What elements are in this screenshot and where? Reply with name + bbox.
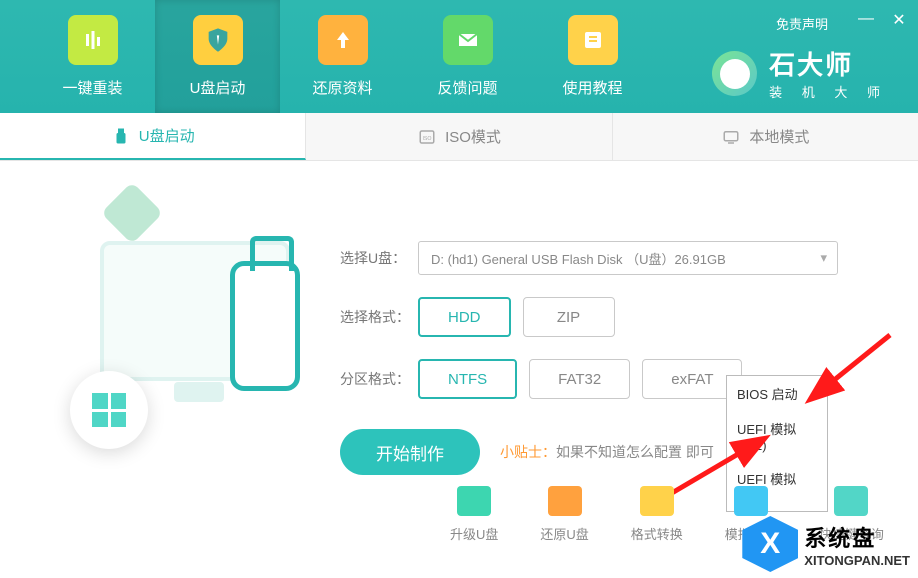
disclaimer-link[interactable]: 免责声明 <box>776 14 828 33</box>
subtab-label: U盘启动 <box>139 125 195 146</box>
usb-restore-icon <box>548 486 582 516</box>
watermark-title: 系统盘 <box>804 521 910 553</box>
svg-text:ISO: ISO <box>423 136 432 142</box>
header-tab-label: 一键重装 <box>62 77 122 98</box>
header-tab-label: 反馈问题 <box>437 77 497 98</box>
brand-subtitle: 装 机 大 师 <box>769 82 888 101</box>
usb-shield-icon <box>193 15 243 65</box>
header-tab-one-click[interactable]: 一键重装 <box>30 0 155 113</box>
partition-label: 分区格式： <box>340 369 418 389</box>
popup-item-bios[interactable]: BIOS 启动 <box>727 376 827 411</box>
header-tab-restore[interactable]: 还原资料 <box>280 0 405 113</box>
format-convert-icon <box>640 486 674 516</box>
subtab-iso-mode[interactable]: ISO ISO模式 <box>306 113 612 160</box>
watermark-badge-icon: X <box>742 516 798 572</box>
header-tab-label: 还原资料 <box>312 77 372 98</box>
header-tabs: 一键重装 U盘启动 还原资料 反馈问题 使用教程 <box>0 0 655 113</box>
usb-illustration <box>40 191 300 471</box>
reinstall-icon <box>68 15 118 65</box>
header-tab-tutorial[interactable]: 使用教程 <box>530 0 655 113</box>
restore-icon <box>318 15 368 65</box>
header-tab-usb-boot[interactable]: U盘启动 <box>155 0 280 113</box>
select-usb-label: 选择U盘： <box>340 248 418 268</box>
write-mode-hdd[interactable]: HDD <box>418 297 511 337</box>
sim-boot-icon <box>734 486 768 516</box>
subtab-label: ISO模式 <box>445 126 501 147</box>
write-mode-group: HDD ZIP <box>418 297 615 337</box>
subtab-usb-boot[interactable]: U盘启动 <box>0 113 306 160</box>
write-mode-zip[interactable]: ZIP <box>523 297 615 337</box>
tool-label: 格式转换 <box>631 524 683 543</box>
partition-group: NTFS FAT32 exFAT <box>418 359 742 399</box>
book-icon <box>568 15 618 65</box>
keyboard-icon <box>834 486 868 516</box>
header-tab-feedback[interactable]: 反馈问题 <box>405 0 530 113</box>
app-header: 一键重装 U盘启动 还原资料 反馈问题 使用教程 免责声明 <box>0 0 918 113</box>
close-button[interactable]: ✕ <box>890 10 908 30</box>
mode-subtabs: U盘启动 ISO ISO模式 本地模式 <box>0 113 918 161</box>
start-create-button[interactable]: 开始制作 <box>340 429 480 475</box>
usb-dropdown[interactable]: D: (hd1) General USB Flash Disk （U盘）26.9… <box>418 241 838 275</box>
windows-logo-icon <box>70 371 148 449</box>
subtab-label: 本地模式 <box>749 126 809 147</box>
tip-label: 小贴士： <box>500 444 556 460</box>
usb-upgrade-icon <box>457 486 491 516</box>
partition-ntfs[interactable]: NTFS <box>418 359 517 399</box>
usb-dropdown-value: D: (hd1) General USB Flash Disk （U盘）26.9… <box>431 249 726 268</box>
monitor-icon <box>721 127 741 147</box>
iso-icon: ISO <box>417 127 437 147</box>
tool-restore-usb[interactable]: 还原U盘 <box>540 486 588 543</box>
subtab-local-mode[interactable]: 本地模式 <box>613 113 918 160</box>
header-tab-label: 使用教程 <box>562 77 622 98</box>
chevron-down-icon: ▾ <box>820 250 827 266</box>
usb-graphic <box>230 261 300 391</box>
popup-item-uefi32[interactable]: UEFI 模拟(x32) <box>727 411 827 461</box>
tool-label: 还原U盘 <box>540 524 588 543</box>
watermark-url: XITONGPAN.NET <box>804 553 910 568</box>
brand: 石大师 装 机 大 师 <box>712 45 888 101</box>
partition-fat32[interactable]: FAT32 <box>529 359 630 399</box>
brand-logo-icon <box>712 51 757 96</box>
watermark: X 系统盘 XITONGPAN.NET <box>742 516 910 572</box>
tool-format-convert[interactable]: 格式转换 <box>631 486 683 543</box>
tip-text-row: 小贴士：如果不知道怎么配置 即可 <box>500 442 714 462</box>
minimize-button[interactable]: — <box>857 10 875 30</box>
window-controls: — ✕ <box>857 10 908 30</box>
write-mode-label: 选择格式： <box>340 307 418 327</box>
tool-label: 升级U盘 <box>450 524 498 543</box>
diamond-icon <box>101 182 163 244</box>
envelope-icon <box>443 15 493 65</box>
tool-upgrade-usb[interactable]: 升级U盘 <box>450 486 498 543</box>
tip-text: 如果不知道怎么配置 即可 <box>556 444 714 460</box>
header-tab-label: U盘启动 <box>190 77 246 98</box>
usb-stick-icon <box>111 126 131 146</box>
brand-title: 石大师 <box>769 45 888 82</box>
